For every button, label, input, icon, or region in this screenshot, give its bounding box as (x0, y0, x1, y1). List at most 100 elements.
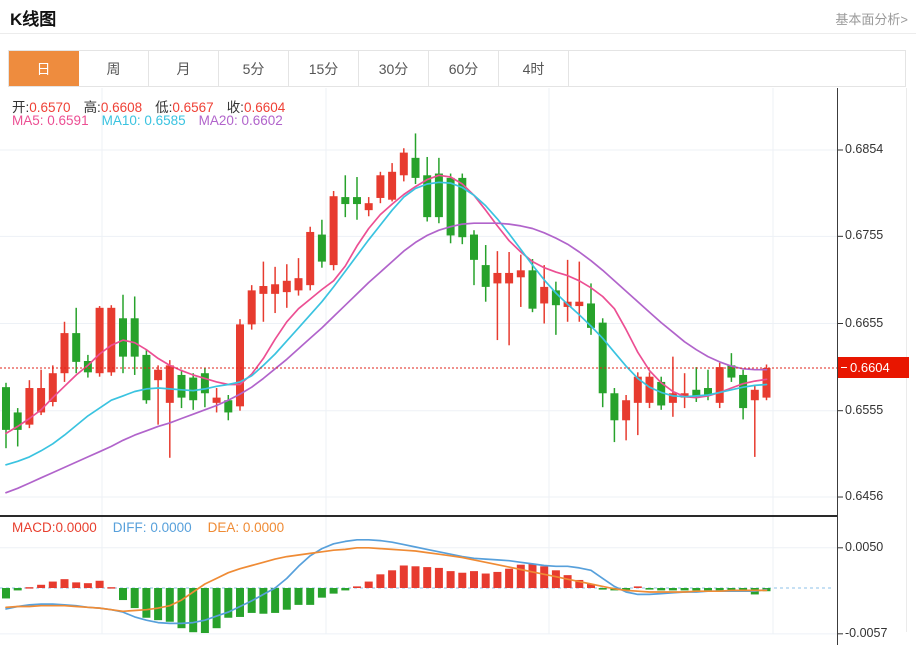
macd-hist-bar (200, 588, 209, 634)
macd-axis-label-0: 0.0050 (845, 539, 884, 554)
tab-day[interactable]: 日 (9, 51, 79, 86)
macd-hist-bar (551, 570, 560, 588)
macd-hist-bar (119, 588, 127, 601)
candle-body (411, 157, 420, 178)
macd-hist-bar (493, 571, 502, 588)
page-title: K线图 (10, 10, 57, 29)
macd-hist-bar (2, 588, 10, 599)
y-axis-label-3: 0.6555 (845, 402, 884, 417)
candle-body (142, 354, 151, 401)
macd-hist-bar (704, 588, 712, 591)
macd-row: MACD:0.0000 DIFF: 0.0000 DEA: 0.0000 (12, 520, 300, 535)
macd-hist-bar (142, 588, 151, 618)
ma5-label: MA5: (12, 113, 44, 128)
ma-row: MA5: 0.6591 MA10: 0.6585 MA20: 0.6602 (12, 113, 296, 128)
candle-body (130, 318, 139, 357)
dea-label: DEA: (207, 520, 240, 535)
macd-hist-bar (399, 565, 408, 588)
candle-body (212, 397, 221, 403)
macd-hist-bar (423, 567, 432, 588)
candle-body (750, 389, 759, 401)
candle-body (200, 373, 209, 394)
macd-hist-bar (95, 580, 104, 588)
ma10-label: MA10: (101, 113, 141, 128)
macd-hist-bar (177, 588, 186, 629)
candle-body (271, 284, 280, 294)
candle-body (434, 173, 443, 218)
macd-hist-bar (329, 588, 338, 594)
macd-hist-bar (130, 588, 139, 609)
macd-hist-bar (107, 587, 116, 589)
macd-hist-bar (446, 571, 455, 588)
candle-body (165, 365, 174, 403)
macd-hist-bar (25, 587, 34, 589)
candle-body (505, 272, 514, 284)
candle-body (575, 301, 584, 307)
macd-hist-bar (236, 588, 244, 617)
candle-body (353, 197, 361, 205)
macd-hist-bar (282, 588, 291, 610)
macd-hist-bar (376, 574, 385, 588)
macd-hist-bar (657, 588, 666, 591)
candle-body (715, 367, 724, 403)
macd-hist-bar (434, 567, 443, 588)
candle-body (622, 400, 631, 421)
macd-hist-bar (528, 563, 537, 588)
tab-week[interactable]: 周 (79, 51, 149, 86)
ma20-line (5, 222, 768, 494)
macd-hist-bar (341, 588, 350, 591)
y-axis-label-4: 0.6456 (845, 489, 884, 504)
macd-hist-bar (353, 586, 361, 588)
macd-hist-bar (505, 568, 514, 588)
candle-body (60, 333, 69, 374)
tab-15min[interactable]: 15分 (289, 51, 359, 86)
dea-line (5, 546, 768, 613)
diff-label: DIFF: (112, 520, 147, 535)
macd-hist-bar (306, 588, 315, 605)
candle-body (470, 234, 478, 260)
macd-hist-bar (271, 588, 280, 613)
macd-hist-bar (259, 588, 268, 614)
macd-hist-bar (37, 584, 46, 588)
macd-hist-bar (72, 582, 81, 588)
macd-hist-bar (388, 570, 397, 588)
candle-body (364, 203, 373, 211)
candle-body (493, 272, 502, 284)
ma20-label: MA20: (198, 113, 238, 128)
macd-hist-bar (715, 588, 724, 591)
tab-4hour[interactable]: 4时 (499, 51, 569, 86)
macd-hist-bar (458, 572, 467, 588)
candle-body (154, 369, 163, 381)
ma5-value: 0.6591 (47, 113, 89, 128)
macd-label: MACD: (12, 520, 56, 535)
candle-body (247, 290, 256, 325)
macd-hist-bar (668, 588, 677, 591)
macd-hist-bar (212, 588, 221, 629)
macd-hist-bar (563, 575, 572, 588)
candle-body (119, 318, 127, 357)
tab-5min[interactable]: 5分 (219, 51, 289, 86)
tab-month[interactable]: 月 (149, 51, 219, 86)
candle-body (294, 278, 303, 291)
macd-value: 0.0000 (55, 520, 97, 535)
macd-hist-bar (633, 586, 642, 588)
tab-60min[interactable]: 60分 (429, 51, 499, 86)
candle-body (516, 270, 525, 278)
candle-body (341, 197, 350, 205)
ma10-value: 0.6585 (144, 113, 186, 128)
macd-hist-bar (411, 566, 420, 588)
candle-body (306, 231, 315, 286)
fundamental-analysis-link[interactable]: 基本面分析> (835, 9, 908, 28)
macd-hist-bar (540, 566, 549, 588)
candle-body (481, 265, 490, 287)
macd-axis-label-1: -0.0057 (845, 625, 888, 640)
macd-hist-bar (470, 571, 478, 588)
candle-body (739, 374, 748, 409)
candle-body (189, 377, 198, 401)
candle-body (540, 286, 549, 304)
candle-body (2, 387, 10, 430)
candle-body (376, 175, 385, 198)
diff-value: 0.0000 (150, 520, 192, 535)
candle-body (610, 393, 619, 421)
tab-30min[interactable]: 30分 (359, 51, 429, 86)
